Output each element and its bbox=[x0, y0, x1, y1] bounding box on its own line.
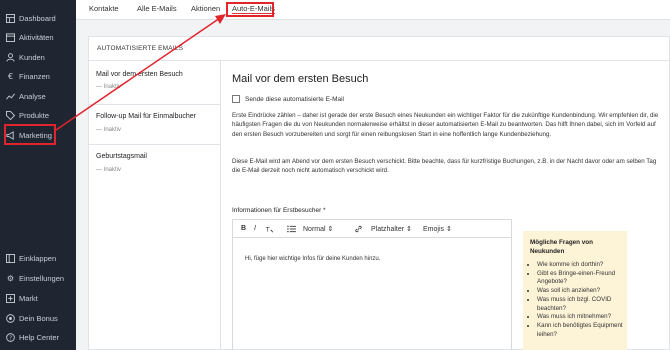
email-list: Mail vor dem ersten Besuch — Inaktiv Fol… bbox=[89, 61, 221, 350]
card-header: AUTOMATISIERTE EMAILS bbox=[89, 37, 670, 61]
help-icon: ? bbox=[6, 332, 15, 342]
send-email-checkbox[interactable]: Sende diese automatisierte E-Mail bbox=[232, 95, 344, 103]
sidebar-item-label: Markt bbox=[19, 293, 38, 303]
italic-button[interactable]: I bbox=[254, 225, 256, 232]
format-select[interactable]: Normal ⇕ bbox=[303, 225, 333, 233]
select-arrows-icon: ⇕ bbox=[327, 226, 334, 233]
description-paragraph: Erste Eindrücke zählen – daher ist gerad… bbox=[232, 112, 659, 138]
link-icon[interactable] bbox=[354, 225, 363, 235]
placeholder-select[interactable]: Platzhalter ⇕ bbox=[371, 225, 412, 233]
list-item-status: — Inaktiv bbox=[96, 167, 122, 173]
sidebar-item-analyse[interactable]: Analyse bbox=[0, 87, 76, 105]
euro-icon: € bbox=[7, 71, 14, 81]
clear-format-icon[interactable]: T bbox=[265, 225, 274, 235]
select-arrows-icon: ⇕ bbox=[406, 226, 412, 233]
tag-icon bbox=[6, 110, 15, 120]
list-item[interactable]: Follow-up Mail für Einmalbucher — Inakti… bbox=[89, 105, 221, 145]
email-detail: Mail vor dem ersten Besuch Sende diese a… bbox=[232, 61, 662, 350]
market-icon bbox=[6, 293, 15, 303]
sidebar-item-help-center[interactable]: ? Help Center bbox=[0, 328, 76, 346]
users-icon bbox=[6, 52, 15, 62]
svg-text:T: T bbox=[265, 225, 270, 233]
list-item: Was muss ich bzgl. COVID beachten? bbox=[537, 296, 625, 313]
svg-text:?: ? bbox=[9, 335, 12, 341]
sidebar-item-produkte[interactable]: Produkte bbox=[0, 106, 76, 124]
card-heading: AUTOMATISIERTE EMAILS bbox=[97, 45, 184, 52]
list-item: Gibt es Bringe-einen-Freund Angebote? bbox=[537, 270, 625, 287]
sidebar: Dashboard Aktivitäten Kunden € Finanzen A… bbox=[0, 0, 76, 350]
sidebar-item-label: Einklappen bbox=[19, 253, 57, 263]
marketing-highlight bbox=[4, 124, 56, 145]
sidebar-item-label: Dein Bonus bbox=[19, 313, 58, 323]
sidebar-item-einklappen[interactable]: Einklappen bbox=[0, 249, 76, 267]
sidebar-item-dashboard[interactable]: Dashboard bbox=[0, 9, 76, 27]
list-item-status: — Inaktiv bbox=[96, 84, 122, 90]
dashboard-icon bbox=[6, 13, 15, 23]
sidebar-item-label: Help Center bbox=[19, 332, 60, 342]
list-item[interactable]: Geburtstagsmail — Inaktiv bbox=[89, 145, 221, 183]
sidebar-item-label: Einstellungen bbox=[19, 273, 65, 283]
sidebar-item-label: Aktivitäten bbox=[19, 32, 54, 42]
editor-toolbar: B I T Normal ⇕ Platzhalter ⇕ Emojis ⇕ bbox=[233, 220, 511, 238]
rich-text-editor[interactable]: B I T Normal ⇕ Platzhalter ⇕ Emojis ⇕ Hi… bbox=[232, 219, 512, 350]
list-item-status: — Inaktiv bbox=[96, 127, 122, 133]
auto-emails-highlight bbox=[226, 2, 274, 17]
sidebar-item-markt[interactable]: Markt bbox=[0, 289, 76, 307]
sidebar-item-label: Dashboard bbox=[19, 13, 56, 23]
hint-list: Wie komme ich dorthin? Gibt es Bringe-ei… bbox=[537, 261, 625, 339]
hint-box: Mögliche Fragen von Neukunden Wie komme … bbox=[523, 231, 627, 350]
tab-kontakte[interactable]: Kontakte bbox=[89, 4, 119, 13]
automated-emails-card: AUTOMATISIERTE EMAILS Mail vor dem erste… bbox=[88, 36, 670, 350]
schedule-paragraph: Diese E-Mail wird am Abend vor dem erste… bbox=[232, 158, 657, 175]
sidebar-item-label: Finanzen bbox=[19, 71, 50, 81]
sidebar-item-label: Analyse bbox=[19, 91, 46, 101]
activity-icon bbox=[6, 32, 15, 42]
list-item-title: Follow-up Mail für Einmalbucher bbox=[96, 113, 196, 120]
collapse-icon bbox=[6, 253, 15, 263]
list-item-title: Mail vor dem ersten Besuch bbox=[96, 71, 183, 78]
sidebar-item-label: Produkte bbox=[19, 110, 50, 120]
sidebar-item-finanzen[interactable]: € Finanzen bbox=[0, 67, 76, 85]
sidebar-item-kunden[interactable]: Kunden bbox=[0, 48, 76, 66]
top-tabs: Kontakte Alle E-Mails Aktionen Auto-E-Ma… bbox=[76, 0, 670, 20]
emoji-select[interactable]: Emojis ⇕ bbox=[423, 225, 452, 233]
list-item: Was soll ich anziehen? bbox=[537, 287, 625, 296]
list-icon[interactable] bbox=[287, 225, 296, 235]
list-item-title: Geburtstagsmail bbox=[96, 153, 147, 160]
sidebar-item-label: Kunden bbox=[19, 52, 45, 62]
tab-alle-emails[interactable]: Alle E-Mails bbox=[137, 4, 177, 13]
checkbox-box[interactable] bbox=[232, 95, 240, 103]
list-item: Was muss ich mitnehmen? bbox=[537, 313, 625, 322]
bonus-icon bbox=[6, 313, 15, 323]
sidebar-item-dein-bonus[interactable]: Dein Bonus bbox=[0, 309, 76, 327]
sidebar-item-aktivitaeten[interactable]: Aktivitäten bbox=[0, 28, 76, 46]
hint-title: Mögliche Fragen von Neukunden bbox=[530, 239, 593, 255]
list-item: Kann ich benötigtes Equipment leihen? bbox=[537, 322, 625, 339]
select-arrows-icon: ⇕ bbox=[445, 226, 452, 233]
editor-content[interactable]: Hi, füge hier wichtige Infos für deine K… bbox=[245, 256, 380, 262]
sidebar-item-einstellungen[interactable]: ⚙ Einstellungen bbox=[0, 269, 76, 287]
checkbox-label: Sende diese automatisierte E-Mail bbox=[245, 95, 344, 103]
field-label: Informationen für Erstbesucher * bbox=[232, 207, 326, 214]
detail-title: Mail vor dem ersten Besuch bbox=[232, 73, 369, 85]
bold-button[interactable]: B bbox=[241, 225, 246, 232]
list-item[interactable]: Mail vor dem ersten Besuch — Inaktiv bbox=[89, 61, 221, 105]
tab-aktionen[interactable]: Aktionen bbox=[191, 4, 220, 13]
list-item: Wie komme ich dorthin? bbox=[537, 261, 625, 270]
chart-icon bbox=[6, 92, 15, 101]
gear-icon: ⚙ bbox=[6, 273, 15, 283]
